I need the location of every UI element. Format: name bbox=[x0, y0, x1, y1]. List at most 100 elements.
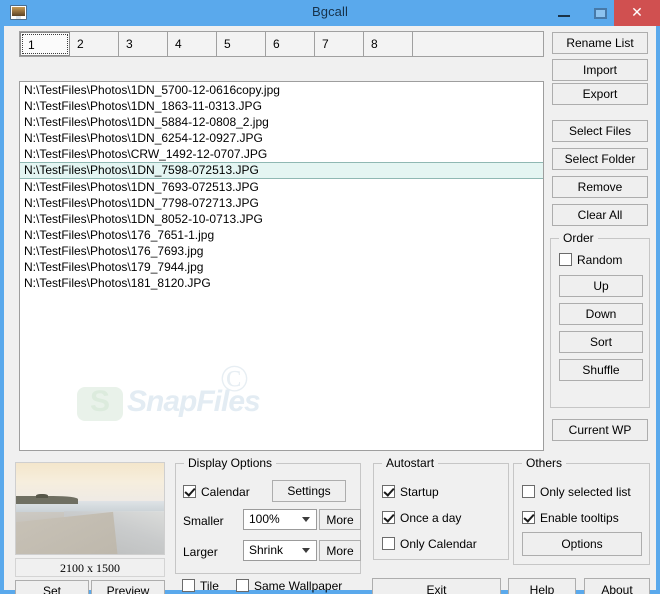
startup-checkbox[interactable]: Startup bbox=[382, 485, 439, 499]
checkbox-box bbox=[382, 485, 395, 498]
others-group: Others Only selected list Enable tooltip… bbox=[513, 456, 650, 565]
list-item[interactable]: N:\TestFiles\Photos\CRW_1492-12-0707.JPG bbox=[20, 146, 543, 162]
checkbox-box bbox=[522, 485, 535, 498]
only-selected-list-checkbox[interactable]: Only selected list bbox=[522, 485, 631, 499]
copyright-icon: © bbox=[220, 358, 249, 400]
order-group: Order Random Up Down Sort Shuffle bbox=[550, 231, 650, 408]
application-window: Bgcall ✕ 1 2 3 4 5 6 7 8 N:\TestFiles\Ph… bbox=[0, 0, 660, 594]
preview-panel: 2100 x 1500 Set Preview bbox=[15, 462, 167, 594]
random-label: Random bbox=[577, 253, 623, 267]
display-options-label: Display Options bbox=[184, 456, 277, 470]
maximize-icon bbox=[594, 8, 607, 19]
checkbox-box bbox=[522, 511, 535, 524]
list-item[interactable]: N:\TestFiles\Photos\1DN_1863-11-0313.JPG bbox=[20, 98, 543, 114]
tab-6[interactable]: 6 bbox=[266, 32, 315, 56]
random-checkbox[interactable]: Random bbox=[559, 253, 622, 267]
about-button[interactable]: About bbox=[584, 578, 650, 594]
same-wallpaper-checkbox[interactable]: Same Wallpaper bbox=[236, 579, 342, 593]
larger-more-button[interactable]: More bbox=[319, 540, 361, 561]
tab-2[interactable]: 2 bbox=[70, 32, 119, 56]
snapfiles-logo-icon bbox=[77, 385, 123, 421]
exit-button[interactable]: Exit bbox=[372, 578, 501, 594]
clear-all-button[interactable]: Clear All bbox=[552, 204, 648, 226]
only-selected-list-label: Only selected list bbox=[540, 485, 631, 499]
options-button[interactable]: Options bbox=[522, 532, 642, 556]
client-area: 1 2 3 4 5 6 7 8 N:\TestFiles\Photos\1DN_… bbox=[4, 26, 656, 594]
close-icon: ✕ bbox=[631, 4, 643, 20]
display-options-group: Display Options Calendar Settings Smalle… bbox=[175, 456, 361, 574]
list-item[interactable]: N:\TestFiles\Photos\176_7693.jpg bbox=[20, 243, 543, 259]
only-calendar-label: Only Calendar bbox=[400, 537, 477, 551]
startup-label: Startup bbox=[400, 485, 439, 499]
smaller-label: Smaller bbox=[183, 514, 224, 528]
once-a-day-label: Once a day bbox=[400, 511, 462, 525]
list-item[interactable]: N:\TestFiles\Photos\179_7944.jpg bbox=[20, 259, 543, 275]
enable-tooltips-label: Enable tooltips bbox=[540, 511, 619, 525]
list-item[interactable]: N:\TestFiles\Photos\1DN_7693-072513.JPG bbox=[20, 179, 543, 195]
rename-list-button[interactable]: Rename List bbox=[552, 32, 648, 54]
smaller-value: 100% bbox=[249, 512, 280, 526]
tile-checkbox[interactable]: Tile bbox=[182, 579, 219, 593]
others-label: Others bbox=[522, 456, 567, 470]
close-button[interactable]: ✕ bbox=[614, 0, 660, 26]
list-item[interactable]: N:\TestFiles\Photos\1DN_5700-12-0616copy… bbox=[20, 82, 543, 98]
chevron-down-icon bbox=[302, 548, 310, 553]
import-button[interactable]: Import bbox=[552, 59, 648, 81]
checkbox-box bbox=[182, 579, 195, 592]
watermark-text: SnapFiles bbox=[127, 385, 261, 418]
select-files-button[interactable]: Select Files bbox=[552, 120, 648, 142]
calendar-label: Calendar bbox=[201, 485, 250, 499]
current-wp-button[interactable]: Current WP bbox=[552, 419, 648, 441]
wallpaper-thumbnail[interactable] bbox=[15, 462, 165, 555]
checkbox-box bbox=[382, 511, 395, 524]
export-button[interactable]: Export bbox=[552, 83, 648, 105]
autostart-group: Autostart Startup Once a day Only Calend… bbox=[373, 456, 509, 560]
tab-3[interactable]: 3 bbox=[119, 32, 168, 56]
chevron-down-icon bbox=[302, 517, 310, 522]
smaller-more-button[interactable]: More bbox=[319, 509, 361, 530]
tab-1[interactable]: 1 bbox=[20, 32, 70, 56]
checkbox-box bbox=[183, 485, 196, 498]
minimize-icon bbox=[558, 15, 570, 17]
shuffle-button[interactable]: Shuffle bbox=[559, 359, 643, 381]
autostart-label: Autostart bbox=[382, 456, 439, 470]
title-bar: Bgcall ✕ bbox=[0, 0, 660, 26]
up-button[interactable]: Up bbox=[559, 275, 643, 297]
sort-button[interactable]: Sort bbox=[559, 331, 643, 353]
tab-4[interactable]: 4 bbox=[168, 32, 217, 56]
smaller-select[interactable]: 100% bbox=[243, 509, 317, 530]
tab-7[interactable]: 7 bbox=[315, 32, 364, 56]
image-dimensions-label: 2100 x 1500 bbox=[15, 558, 165, 577]
enable-tooltips-checkbox[interactable]: Enable tooltips bbox=[522, 511, 619, 525]
calendar-checkbox[interactable]: Calendar bbox=[183, 485, 250, 499]
list-item[interactable]: N:\TestFiles\Photos\1DN_8052-10-0713.JPG bbox=[20, 211, 543, 227]
list-item-selected[interactable]: N:\TestFiles\Photos\1DN_7598-072513.JPG bbox=[20, 162, 543, 179]
remove-button[interactable]: Remove bbox=[552, 176, 648, 198]
same-wallpaper-label: Same Wallpaper bbox=[254, 579, 343, 593]
maximize-button[interactable] bbox=[586, 0, 614, 26]
set-button[interactable]: Set bbox=[15, 580, 89, 594]
settings-button[interactable]: Settings bbox=[272, 480, 346, 502]
tile-label: Tile bbox=[200, 579, 219, 593]
list-item[interactable]: N:\TestFiles\Photos\181_8120.JPG bbox=[20, 275, 543, 291]
select-folder-button[interactable]: Select Folder bbox=[552, 148, 648, 170]
order-group-label: Order bbox=[559, 231, 598, 245]
help-button[interactable]: Help bbox=[508, 578, 576, 594]
only-calendar-checkbox[interactable]: Only Calendar bbox=[382, 537, 477, 551]
once-a-day-checkbox[interactable]: Once a day bbox=[382, 511, 461, 525]
preview-button[interactable]: Preview bbox=[91, 580, 165, 594]
list-tab-strip: 1 2 3 4 5 6 7 8 bbox=[19, 31, 544, 57]
tab-5[interactable]: 5 bbox=[217, 32, 266, 56]
larger-select[interactable]: Shrink bbox=[243, 540, 317, 561]
list-item[interactable]: N:\TestFiles\Photos\1DN_7798-072713.JPG bbox=[20, 195, 543, 211]
down-button[interactable]: Down bbox=[559, 303, 643, 325]
file-list[interactable]: N:\TestFiles\Photos\1DN_5700-12-0616copy… bbox=[19, 81, 544, 451]
snapfiles-watermark: © SnapFiles bbox=[75, 357, 355, 437]
tab-8[interactable]: 8 bbox=[364, 32, 413, 56]
list-item[interactable]: N:\TestFiles\Photos\1DN_6254-12-0927.JPG bbox=[20, 130, 543, 146]
checkbox-box bbox=[236, 579, 249, 592]
minimize-button[interactable] bbox=[550, 0, 578, 26]
larger-label: Larger bbox=[183, 545, 218, 559]
list-item[interactable]: N:\TestFiles\Photos\1DN_5884-12-0808_2.j… bbox=[20, 114, 543, 130]
list-item[interactable]: N:\TestFiles\Photos\176_7651-1.jpg bbox=[20, 227, 543, 243]
